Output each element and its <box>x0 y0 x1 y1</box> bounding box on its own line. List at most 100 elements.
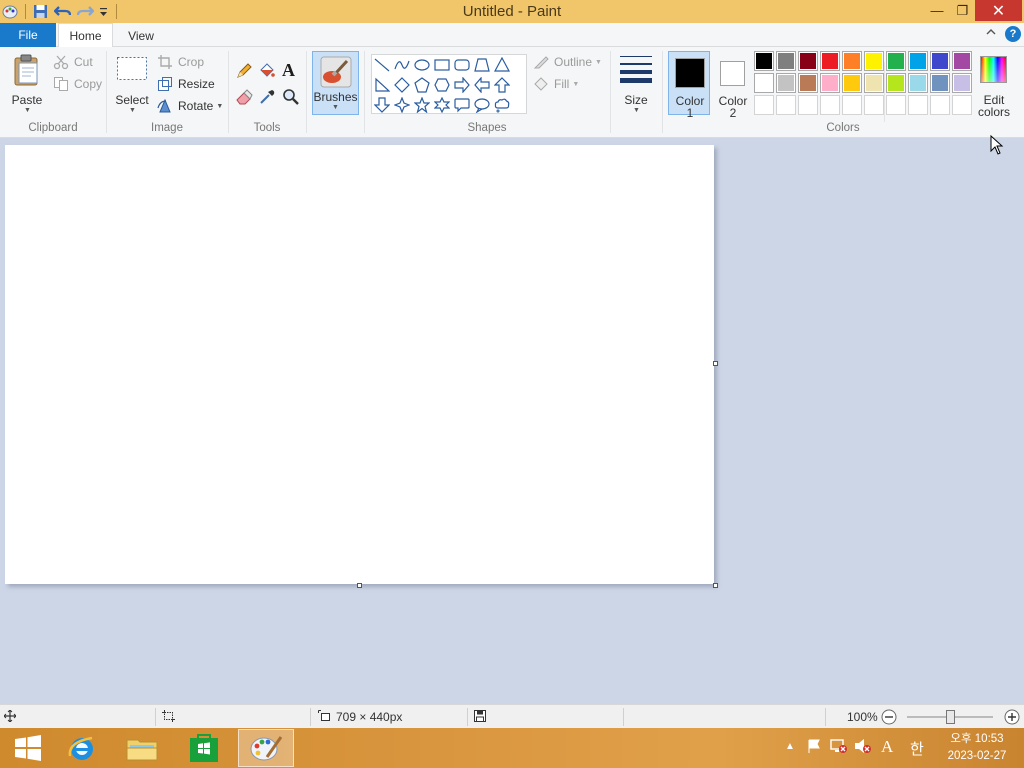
palette-swatch[interactable] <box>864 51 884 71</box>
cut-button[interactable]: Cut <box>53 54 93 70</box>
restore-button[interactable]: ❐ <box>950 0 975 21</box>
rectangle-shape-icon[interactable] <box>433 56 451 74</box>
left-arrow-shape-icon[interactable] <box>473 76 491 94</box>
palette-swatch[interactable] <box>776 95 796 115</box>
palette-swatch[interactable] <box>908 95 928 115</box>
palette-swatch[interactable] <box>754 73 774 93</box>
canvas-workspace[interactable] <box>0 134 1024 704</box>
palette-swatch[interactable] <box>886 95 906 115</box>
palette-swatch[interactable] <box>820 51 840 71</box>
size-button[interactable]: Size ▼ <box>616 51 656 117</box>
palette-swatch[interactable] <box>842 51 862 71</box>
palette-swatch[interactable] <box>754 95 774 115</box>
crop-button[interactable]: Crop <box>157 54 204 70</box>
curve-shape-icon[interactable] <box>393 56 411 74</box>
palette-swatch[interactable] <box>952 51 972 71</box>
magnifier-tool[interactable] <box>282 88 300 109</box>
palette-swatch[interactable] <box>798 51 818 71</box>
right-arrow-shape-icon[interactable] <box>453 76 471 94</box>
line-shape-icon[interactable] <box>373 56 391 74</box>
eraser-tool[interactable] <box>235 88 253 109</box>
palette-swatch[interactable] <box>776 51 796 71</box>
down-arrow-shape-icon[interactable] <box>373 96 391 114</box>
fill-button[interactable]: Fill ▼ <box>533 76 579 92</box>
color-picker-tool[interactable] <box>258 88 276 109</box>
minimize-button[interactable]: — <box>924 0 950 21</box>
palette-swatch[interactable] <box>930 51 950 71</box>
text-tool[interactable]: A <box>282 60 295 81</box>
taskbar-file-explorer[interactable] <box>114 729 170 767</box>
six-point-star-shape-icon[interactable] <box>433 96 451 114</box>
zoom-slider[interactable] <box>907 710 993 724</box>
pencil-tool[interactable] <box>235 62 253 83</box>
zoom-in-button[interactable] <box>1004 709 1020 728</box>
outline-button[interactable]: Outline ▼ <box>533 54 602 70</box>
rotate-button[interactable]: Rotate ▼ <box>157 98 223 114</box>
minimize-ribbon-icon[interactable] <box>986 27 996 39</box>
select-button[interactable]: Select ▼ <box>112 51 152 117</box>
color2-button[interactable]: Color 2 <box>711 51 753 120</box>
copy-button[interactable]: Copy <box>53 76 102 92</box>
action-center-flag-icon[interactable] <box>806 738 822 757</box>
hexagon-shape-icon[interactable] <box>433 76 451 94</box>
tab-view[interactable]: View <box>115 23 167 48</box>
cloud-callout-shape-icon[interactable] <box>493 96 511 114</box>
paste-button[interactable]: Paste ▼ <box>8 51 46 117</box>
palette-swatch[interactable] <box>908 73 928 93</box>
tab-file[interactable]: File <box>0 23 56 47</box>
palette-swatch[interactable] <box>754 51 774 71</box>
palette-swatch[interactable] <box>908 51 928 71</box>
palette-swatch[interactable] <box>842 73 862 93</box>
palette-swatch[interactable] <box>864 95 884 115</box>
up-arrow-shape-icon[interactable] <box>493 76 511 94</box>
palette-swatch[interactable] <box>820 95 840 115</box>
diamond-shape-icon[interactable] <box>393 76 411 94</box>
polygon-shape-icon[interactable] <box>473 56 491 74</box>
palette-swatch[interactable] <box>798 73 818 93</box>
palette-swatch[interactable] <box>798 95 818 115</box>
volume-muted-icon[interactable] <box>854 738 872 757</box>
oval-callout-shape-icon[interactable] <box>473 96 491 114</box>
triangle-shape-icon[interactable] <box>493 56 511 74</box>
resize-handle-right[interactable] <box>713 361 718 366</box>
fill-tool[interactable] <box>258 62 276 83</box>
taskbar-internet-explorer[interactable] <box>54 729 110 767</box>
edit-colors-button[interactable]: Edit colors <box>973 51 1015 119</box>
four-point-star-shape-icon[interactable] <box>393 96 411 114</box>
zoom-out-button[interactable] <box>881 709 897 728</box>
palette-swatch[interactable] <box>886 73 906 93</box>
help-icon[interactable]: ? <box>1005 26 1021 42</box>
palette-swatch[interactable] <box>930 73 950 93</box>
brushes-button[interactable]: Brushes ▼ <box>312 51 359 115</box>
zoom-slider-thumb[interactable] <box>946 710 955 724</box>
color1-button[interactable]: Color 1 <box>668 51 710 120</box>
resize-handle-corner[interactable] <box>713 583 718 588</box>
close-button[interactable]: ✕ <box>975 0 1022 21</box>
palette-swatch[interactable] <box>864 73 884 93</box>
palette-swatch[interactable] <box>952 73 972 93</box>
taskbar-paint[interactable] <box>238 729 294 767</box>
drawing-canvas[interactable] <box>5 145 714 584</box>
input-mode-indicator[interactable]: A <box>881 737 893 757</box>
palette-swatch[interactable] <box>886 51 906 71</box>
network-disconnected-icon[interactable] <box>830 738 848 757</box>
rounded-rectangle-shape-icon[interactable] <box>453 56 471 74</box>
palette-swatch[interactable] <box>776 73 796 93</box>
taskbar-store[interactable] <box>176 729 232 767</box>
oval-shape-icon[interactable] <box>413 56 431 74</box>
palette-swatch[interactable] <box>952 95 972 115</box>
resize-button[interactable]: Resize <box>157 76 215 92</box>
five-point-star-shape-icon[interactable] <box>413 96 431 114</box>
palette-swatch[interactable] <box>820 73 840 93</box>
clock[interactable]: 오후 10:53 2023-02-27 <box>940 731 1014 765</box>
show-hidden-icons-icon[interactable]: ▲ <box>785 741 795 752</box>
rounded-callout-shape-icon[interactable] <box>453 96 471 114</box>
language-indicator[interactable]: 한 <box>910 738 924 759</box>
palette-swatch[interactable] <box>930 95 950 115</box>
pentagon-shape-icon[interactable] <box>413 76 431 94</box>
palette-swatch[interactable] <box>842 95 862 115</box>
right-triangle-shape-icon[interactable] <box>373 76 391 94</box>
start-button[interactable] <box>0 729 56 767</box>
resize-handle-bottom[interactable] <box>357 583 362 588</box>
tab-home[interactable]: Home <box>58 23 113 48</box>
